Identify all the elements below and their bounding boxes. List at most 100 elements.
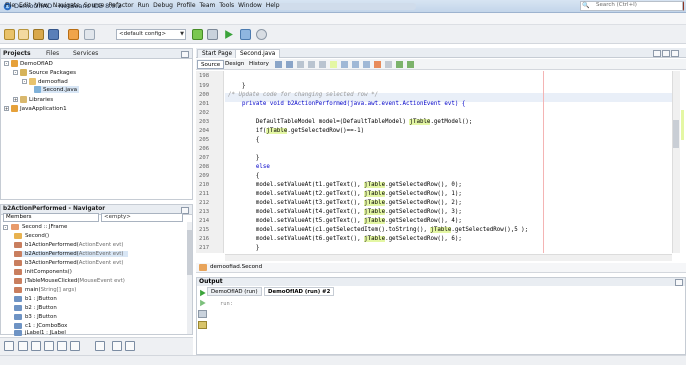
find-previous-icon[interactable]	[319, 61, 326, 68]
code-line[interactable]: }	[228, 245, 260, 251]
tree-package-demoofiad[interactable]: - demoofiad	[22, 78, 68, 85]
static-filter-icon[interactable]	[31, 341, 41, 351]
nav-item-field[interactable]: jLabel1 : JLabel	[14, 330, 66, 336]
source-view-button[interactable]: Source	[197, 60, 225, 69]
code-line[interactable]: model.setValueAt(t1.getText(), jTable.ge…	[228, 182, 462, 188]
code-line[interactable]: else	[228, 164, 270, 170]
menu-window[interactable]: Window	[236, 2, 264, 9]
code-line[interactable]: model.setValueAt(t3.getText(), jTable.ge…	[228, 200, 462, 206]
tree-libraries[interactable]: + Libraries	[13, 96, 53, 103]
stop-icon[interactable]	[198, 310, 207, 318]
menu-debug[interactable]: Debug	[151, 2, 175, 9]
tab-files[interactable]: Files	[46, 50, 59, 57]
code-line-comment[interactable]: /* Update code for changing selected row…	[228, 92, 378, 98]
editor-horizontal-scrollbar[interactable]	[225, 254, 672, 261]
highlight-icon[interactable]	[330, 61, 337, 68]
find-icon[interactable]	[297, 61, 304, 68]
nav-item-method[interactable]: main(String[] args)	[14, 287, 76, 293]
tab-start-page[interactable]: Start Page	[197, 49, 238, 58]
comment-icon[interactable]	[396, 61, 403, 68]
expand-icon[interactable]: +	[13, 97, 18, 102]
toggle-bookmark-icon[interactable]	[341, 61, 348, 68]
nav-item-class[interactable]: - Second :: JFrame	[3, 224, 67, 230]
nav-item-field[interactable]: b1 : JButton	[14, 296, 57, 302]
collapse-icon[interactable]: -	[22, 79, 27, 84]
collapse-all-icon[interactable]	[125, 341, 135, 351]
menu-view[interactable]: View	[33, 2, 51, 9]
nav-item-constructor[interactable]: Second()	[14, 233, 49, 239]
editor-vertical-scrollbar[interactable]	[672, 71, 680, 253]
code-line[interactable]: if(jTable.getSelectedRow()==-1)	[228, 128, 364, 134]
new-project-icon[interactable]	[4, 29, 15, 40]
code-line[interactable]: model.setValueAt(t2.getText(), jTable.ge…	[228, 191, 462, 197]
javadoc-icon[interactable]	[95, 341, 105, 351]
nav-item-method[interactable]: b1ActionPerformed(ActionEvent evt)	[14, 242, 124, 248]
nav-item-field[interactable]: b3 : JButton	[14, 314, 57, 320]
code-line[interactable]: DefaultTableModel model=(DefaultTableMod…	[228, 119, 472, 125]
tab-projects[interactable]: Projects	[3, 50, 31, 57]
filter-dropdown[interactable]: <empty>	[101, 213, 183, 222]
new-file-icon[interactable]	[18, 29, 29, 40]
minimize-panel-button[interactable]	[181, 51, 189, 58]
code-line[interactable]: model.setValueAt(t6.getText(), jTable.ge…	[228, 236, 462, 242]
forward-icon[interactable]	[286, 61, 293, 68]
nav-item-method[interactable]: initComponents()	[14, 269, 72, 275]
build-icon[interactable]	[192, 29, 203, 40]
menu-navigate[interactable]: Navigate	[51, 2, 82, 9]
tree-file-second-java[interactable]: Second.java	[34, 86, 80, 93]
nav-item-field[interactable]: b2 : JButton	[14, 305, 57, 311]
expand-icon[interactable]: +	[4, 106, 9, 111]
code-line[interactable]: }	[228, 155, 260, 161]
start-macro-icon[interactable]	[374, 61, 381, 68]
menu-run[interactable]: Run	[136, 2, 152, 9]
menu-file[interactable]: File	[3, 2, 17, 9]
tab-second-java[interactable]: Second.java	[235, 49, 281, 58]
undo-icon[interactable]	[68, 29, 79, 40]
expand-all-icon[interactable]	[112, 341, 122, 351]
menu-profile[interactable]: Profile	[175, 2, 198, 9]
tab-output-run-2[interactable]: DemoOfIAD (run) #2	[264, 287, 335, 296]
members-dropdown[interactable]: Members	[3, 213, 99, 222]
fields-filter-icon[interactable]	[18, 341, 28, 351]
tab-output-run[interactable]: DemoOfIAD (run)	[207, 287, 262, 296]
filter-icon[interactable]	[4, 341, 14, 351]
history-view-button[interactable]: History	[246, 60, 272, 69]
nav-item-field[interactable]: c1 : JComboBox	[14, 323, 67, 329]
profile-icon[interactable]	[256, 29, 267, 40]
clean-build-icon[interactable]	[207, 29, 218, 40]
editor-scroll-thumb[interactable]	[673, 120, 679, 148]
tab-list-button[interactable]	[671, 50, 679, 57]
tree-project-javaapplication1[interactable]: + JavaApplication1	[4, 105, 67, 112]
run-icon[interactable]	[223, 29, 234, 40]
sort-name-icon[interactable]	[57, 341, 67, 351]
scroll-tabs-left-button[interactable]	[653, 50, 661, 57]
tab-services[interactable]: Services	[73, 50, 98, 57]
save-all-icon[interactable]	[48, 29, 59, 40]
navigator-scroll-thumb[interactable]	[187, 230, 192, 275]
collapse-icon[interactable]: -	[4, 61, 9, 66]
settings-icon[interactable]	[198, 321, 207, 329]
config-dropdown[interactable]: <default config>	[116, 29, 186, 40]
find-next-icon[interactable]	[308, 61, 315, 68]
sort-source-icon[interactable]	[70, 341, 80, 351]
uncomment-icon[interactable]	[407, 61, 414, 68]
tree-project-demoofiad[interactable]: - DemoOfIAD	[4, 60, 53, 67]
debug-icon[interactable]	[240, 29, 251, 40]
open-project-icon[interactable]	[33, 29, 44, 40]
collapse-icon[interactable]: -	[13, 70, 18, 75]
menu-edit[interactable]: Edit	[17, 2, 33, 9]
shift-left-icon[interactable]	[352, 61, 359, 68]
rerun-icon[interactable]	[198, 289, 207, 297]
inherited-filter-icon[interactable]	[44, 341, 54, 351]
menu-tools[interactable]: Tools	[217, 2, 236, 9]
tree-source-packages[interactable]: - Source Packages	[13, 69, 76, 76]
collapse-icon[interactable]: -	[3, 224, 8, 230]
nav-item-method[interactable]: b3ActionPerformed(ActionEvent evt)	[14, 260, 124, 266]
design-view-button[interactable]: Design	[222, 60, 247, 69]
code-line[interactable]: model.setValueAt(t4.getText(), jTable.ge…	[228, 209, 462, 215]
code-line[interactable]: {	[228, 173, 260, 179]
menu-help[interactable]: Help	[264, 2, 282, 9]
back-icon[interactable]	[275, 61, 282, 68]
stop-macro-icon[interactable]	[385, 61, 392, 68]
scroll-tabs-right-button[interactable]	[662, 50, 670, 57]
